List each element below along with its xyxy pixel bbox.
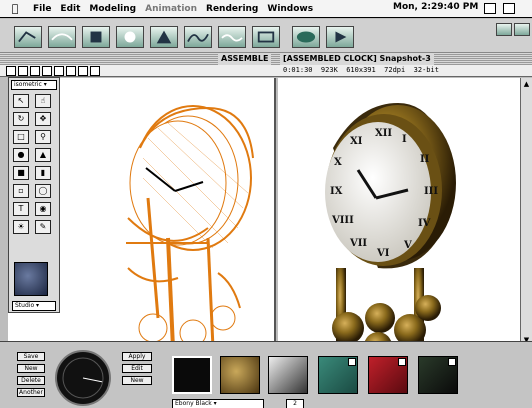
view-button-6[interactable] [66, 66, 76, 76]
view-button-2[interactable] [18, 66, 28, 76]
swatch-badge-icon [398, 358, 406, 366]
apple-menu-icon[interactable]:  [6, 2, 24, 16]
menu-edit[interactable]: Edit [60, 4, 80, 14]
svg-text:II: II [420, 154, 430, 165]
view-button-3[interactable] [30, 66, 40, 76]
delete-button[interactable]: Delete [17, 376, 45, 385]
menu-animation[interactable]: Animation [145, 4, 197, 14]
view-button-1[interactable] [6, 66, 16, 76]
new-button[interactable]: New [17, 364, 45, 373]
material-name-select[interactable]: Ebony Black ▾ [172, 399, 264, 408]
edit-material-button[interactable]: Edit [122, 364, 152, 373]
view-select[interactable]: isometric ▾ [11, 80, 57, 90]
view-button-4[interactable] [42, 66, 52, 76]
window-collapse-icon[interactable] [514, 23, 530, 36]
toolbar-button-5[interactable] [150, 26, 178, 48]
svg-text:IX: IX [330, 186, 343, 197]
view-select-value: isometric [14, 81, 42, 88]
toolbar-button-8[interactable] [252, 26, 280, 48]
rendered-clock-model: XII I II III IV V VI VII VIII IX X XI [325, 103, 456, 348]
menu-rendering[interactable]: Rendering [206, 4, 258, 14]
material-swatch-teal[interactable] [318, 356, 358, 394]
view-button-7[interactable] [78, 66, 88, 76]
menu-modeling[interactable]: Modeling [89, 4, 136, 14]
toolbar-button-9[interactable] [292, 26, 320, 48]
application-menu-icon[interactable] [503, 3, 515, 14]
camera-tool-icon[interactable]: ◉ [35, 202, 51, 216]
toolbar-button-1[interactable] [14, 26, 42, 48]
toolbar-button-6[interactable] [184, 26, 212, 48]
svg-text:V: V [403, 240, 412, 251]
swatch-badge-icon [448, 358, 456, 366]
cone-tool-icon[interactable]: ▲ [35, 148, 51, 162]
swatch-badge-icon [348, 358, 356, 366]
text-tool-icon[interactable]: T [13, 202, 29, 216]
save-button[interactable]: Save [17, 352, 45, 361]
svg-text:VI: VI [376, 248, 390, 259]
apply-button[interactable]: Apply [122, 352, 152, 361]
move-tool-icon[interactable]: ✥ [35, 112, 51, 126]
material-swatch-dark-marble[interactable] [418, 356, 458, 394]
paint-tool-icon[interactable]: ✎ [35, 220, 51, 234]
zoom-field[interactable]: 2 [286, 399, 304, 408]
document-title-bar[interactable]: ASSEMBLE [ASSEMBLED CLOCK] Snapshot-3 [0, 53, 532, 65]
box-tool-icon[interactable]: ▫ [13, 184, 29, 198]
rotate-tool-icon[interactable]: ↻ [13, 112, 29, 126]
render-preview-thumbnail[interactable] [14, 262, 48, 296]
toolbar-button-4[interactable] [116, 26, 144, 48]
window-header-bar: 0:01:30 923K 610x391 72dpi 32-bit [0, 65, 532, 77]
material-swatch-chrome[interactable] [268, 356, 308, 394]
arrow-tool-icon[interactable]: ↖ [13, 94, 29, 108]
toolbar-button-2[interactable] [48, 26, 76, 48]
torus-tool-icon[interactable]: ◯ [35, 184, 51, 198]
trackball-control[interactable] [55, 350, 111, 406]
title-fragment: ASSEMBLE [218, 53, 272, 65]
zoom-tool-icon[interactable]: ⚲ [35, 130, 51, 144]
rendered-viewport[interactable]: XII I II III IV V VI VII VIII IX X XI [278, 78, 520, 348]
svg-text:XII: XII [375, 128, 392, 139]
window-zoom-icon[interactable] [496, 23, 512, 36]
balloon-help-icon[interactable] [484, 3, 496, 14]
svg-text:X: X [334, 157, 342, 168]
toolbar-button-3[interactable] [82, 26, 110, 48]
another-button[interactable]: Another [17, 388, 45, 397]
new-material-button[interactable]: New [122, 376, 152, 385]
document-title: [ASSEMBLED CLOCK] Snapshot-3 [280, 53, 434, 65]
svg-text:III: III [424, 186, 438, 197]
view-button-8[interactable] [90, 66, 100, 76]
light-tool-icon[interactable]: ☀ [13, 220, 29, 234]
style-select[interactable]: Studio ▾ [12, 301, 56, 311]
sphere-tool-icon[interactable]: ● [13, 148, 29, 162]
svg-text:I: I [402, 134, 407, 145]
toolbar-button-10[interactable] [326, 26, 354, 48]
icon-toolbar [0, 19, 532, 53]
svg-text:VII: VII [349, 238, 367, 249]
material-panel: Save New Delete Another Apply Edit New E… [0, 341, 532, 408]
toolbar-button-7[interactable] [218, 26, 246, 48]
menubar-clock: Mon, 2:29:40 PM [393, 2, 479, 12]
material-name-value: Ebony Black [175, 400, 212, 407]
scale-tool-icon[interactable]: □ [13, 130, 29, 144]
hand-tool-icon[interactable]: ☝ [35, 94, 51, 108]
style-select-value: Studio [15, 302, 35, 309]
menu-windows[interactable]: Windows [267, 4, 313, 14]
svg-text:IV: IV [418, 218, 431, 229]
material-swatch-ebony-black[interactable] [172, 356, 212, 394]
cube-tool-icon[interactable]: ■ [13, 166, 29, 180]
material-swatch-red[interactable] [368, 356, 408, 394]
vertical-scrollbar[interactable]: ▲ ▼ [520, 78, 532, 348]
tool-palette: isometric ▾ ↖ ☝ ↻ ✥ □ ⚲ ● ▲ ■ ▮ ▫ ◯ T ◉ … [8, 77, 60, 313]
material-swatch-brass[interactable] [220, 356, 260, 394]
view-button-5[interactable] [54, 66, 64, 76]
menu-file[interactable]: File [33, 4, 51, 14]
svg-text:XI: XI [350, 136, 363, 147]
menu-bar:  File Edit Modeling Animation Rendering… [0, 0, 532, 18]
render-stats: 0:01:30 923K 610x391 72dpi 32-bit [283, 66, 439, 74]
svg-text:VIII: VIII [331, 215, 354, 226]
scroll-up-icon[interactable]: ▲ [522, 80, 531, 89]
cylinder-tool-icon[interactable]: ▮ [35, 166, 51, 180]
